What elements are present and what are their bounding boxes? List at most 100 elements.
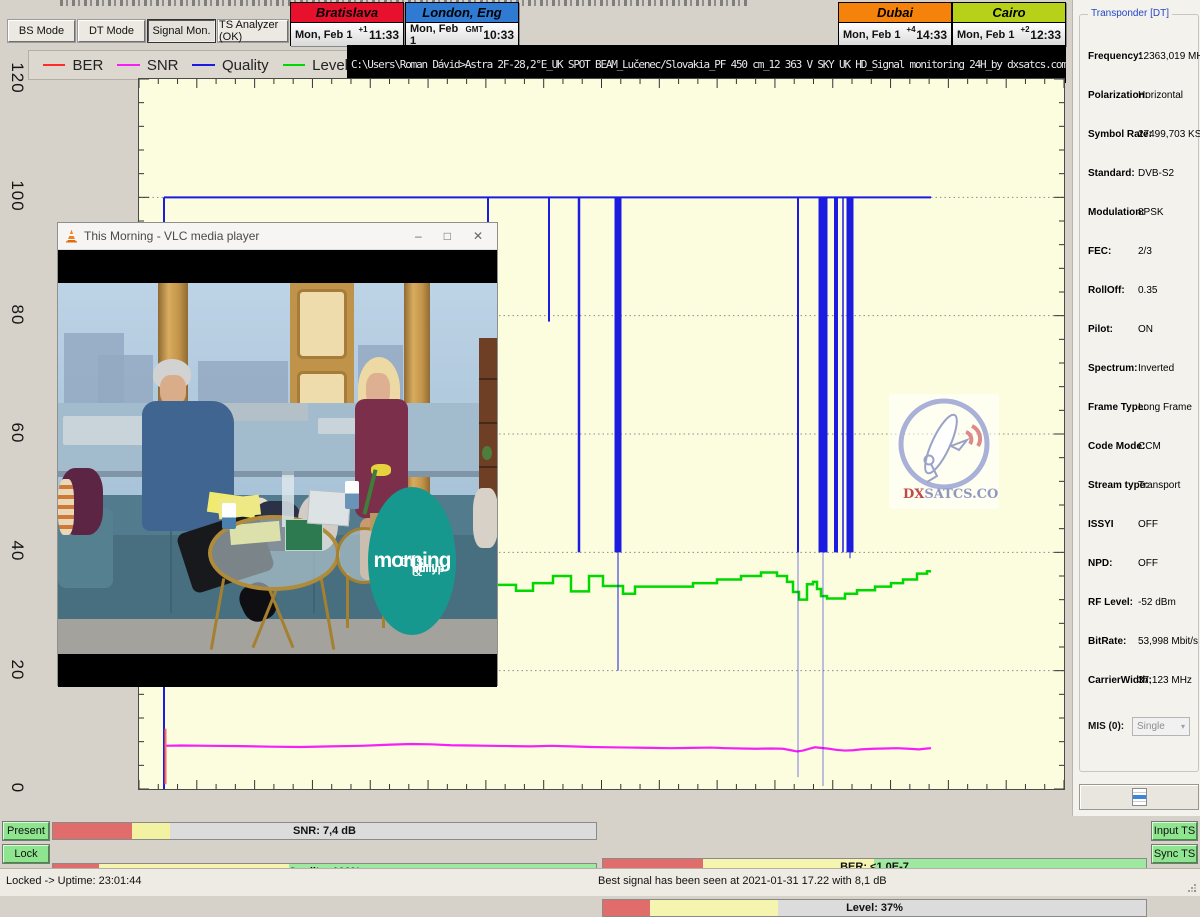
quality-legend-swatch xyxy=(192,64,214,66)
field-value: CCM xyxy=(1138,441,1161,452)
legend-label-quality: Quality xyxy=(222,57,269,74)
y-axis-tick-label: 120 xyxy=(2,63,32,93)
field-value: DVB-S2 xyxy=(1138,168,1174,179)
field-label: NPD: xyxy=(1088,558,1112,569)
level-bar-text: Level: 37% xyxy=(603,900,1146,916)
field-value: 53,998 Mbit/s xyxy=(1138,636,1198,647)
boat xyxy=(63,416,148,445)
mug xyxy=(345,481,359,509)
transponder-row: Frame Type:Long Frame xyxy=(1080,402,1198,416)
clock-cairo: Cairo Mon, Feb 1 +2 12:33 xyxy=(952,2,1066,46)
field-value: 12363,019 MHz xyxy=(1138,51,1200,62)
striped-cushion xyxy=(58,479,74,535)
clock-date: Mon, Feb 1 xyxy=(410,23,460,47)
status-bar: Locked -> Uptime: 23:01:44 Best signal h… xyxy=(0,868,1200,896)
snr-legend-swatch xyxy=(117,64,139,66)
transponder-row: Standard:DVB-S2 xyxy=(1080,168,1198,182)
clock-city: Dubai xyxy=(839,3,951,23)
field-value: Inverted xyxy=(1138,363,1174,374)
tab-ts-analyzer[interactable]: TS Analyzer (OK) xyxy=(218,20,288,42)
field-label: Frequency: xyxy=(1088,51,1142,62)
field-value: 27499,703 KS/s xyxy=(1138,129,1200,140)
transponder-row: Stream type:Transport xyxy=(1080,480,1198,494)
resize-grip[interactable] xyxy=(1187,883,1197,893)
y-axis-tick-label: 100 xyxy=(2,181,32,211)
table-leg xyxy=(346,573,349,628)
watermark-satcs-text: SATCS.COM xyxy=(924,487,999,502)
video-frame: this morning with phillip&holly xyxy=(58,283,497,654)
field-label: Pilot: xyxy=(1088,324,1113,335)
clock-date: Mon, Feb 1 xyxy=(295,29,352,41)
field-label: Modulation: xyxy=(1088,207,1145,218)
transponder-row: Modulation:8PSK xyxy=(1080,207,1198,221)
vlc-title-bar[interactable]: This Morning - VLC media player – □ ✕ xyxy=(58,223,497,250)
watermark-dx-text: DX xyxy=(903,487,925,502)
transponder-row: CarrierWidth:37,123 MHz xyxy=(1080,675,1198,689)
field-label: RollOff: xyxy=(1088,285,1125,296)
present-button[interactable]: Present xyxy=(3,822,49,840)
vlc-window-title: This Morning - VLC media player xyxy=(84,229,259,243)
y-axis-tick-label: 40 xyxy=(2,536,32,566)
transponder-title: Transponder [DT] xyxy=(1088,8,1172,19)
vlc-window[interactable]: This Morning - VLC media player – □ ✕ xyxy=(57,222,498,686)
vlc-video-area: this morning with phillip&holly xyxy=(58,250,497,687)
field-value: Transport xyxy=(1138,480,1180,491)
close-icon[interactable]: ✕ xyxy=(473,229,483,243)
mug xyxy=(222,503,236,529)
transponder-row: ISSYI OFF xyxy=(1080,519,1198,533)
transponder-panel: Transponder [DT] Frequency:12363,019 MHz… xyxy=(1072,0,1200,816)
console-path-text: C:\Users\Roman Dávid>Astra 2F-28,2°E_UK … xyxy=(347,58,1066,71)
transponder-row: NPD:OFF xyxy=(1080,558,1198,572)
transponder-row: Polarization:Horizontal xyxy=(1080,90,1198,104)
legend-label-level: Level xyxy=(312,57,348,74)
tab-signal-mon[interactable]: Signal Mon. xyxy=(148,20,215,42)
legend-label-ber: BER xyxy=(72,57,103,74)
y-axis-tick-label: 60 xyxy=(2,418,32,448)
legend-label-snr: SNR xyxy=(147,57,179,74)
field-value: Horizontal xyxy=(1138,90,1183,101)
this-morning-logo: this morning with phillip&holly xyxy=(368,487,456,635)
city-skyline xyxy=(198,361,288,405)
field-value: 0.35 xyxy=(1138,285,1157,296)
field-label: Spectrum: xyxy=(1088,363,1137,374)
field-label: BitRate: xyxy=(1088,636,1126,647)
transponder-row: Code Mode:CCM xyxy=(1080,441,1198,455)
satellite-dish-icon: DXSATCS.COM xyxy=(889,394,999,509)
clock-city: Cairo xyxy=(953,3,1065,23)
field-value: Long Frame xyxy=(1138,402,1192,413)
transponder-row: Spectrum:Inverted xyxy=(1080,363,1198,377)
sync-ts-button[interactable]: Sync TS xyxy=(1152,845,1197,863)
clock-dubai: Dubai Mon, Feb 1 +4 14:33 xyxy=(838,2,952,46)
clock-time: 10:33 xyxy=(483,28,514,42)
lock-button[interactable]: Lock xyxy=(3,845,49,863)
minimize-icon[interactable]: – xyxy=(415,229,422,243)
ber-legend-swatch xyxy=(43,64,65,66)
transponder-row: Pilot:ON xyxy=(1080,324,1198,338)
clock-date: Mon, Feb 1 xyxy=(957,29,1014,41)
mis-dropdown[interactable]: Single ▾ xyxy=(1132,717,1190,736)
input-ts-button[interactable]: Input TS xyxy=(1152,822,1197,840)
clock-timezone: GMT xyxy=(466,23,484,34)
maximize-icon[interactable]: □ xyxy=(444,229,451,243)
field-label: FEC: xyxy=(1088,246,1111,257)
field-value: OFF xyxy=(1138,519,1158,530)
program-list-button[interactable] xyxy=(1079,784,1199,810)
field-value: 2/3 xyxy=(1138,246,1152,257)
fluffy-cushion xyxy=(473,488,497,548)
clock-timezone: +1 xyxy=(358,23,367,34)
tab-bs-mode[interactable]: BS Mode xyxy=(8,20,75,42)
clock-time: 14:33 xyxy=(916,28,947,42)
transponder-row: Symbol Rate:27499,703 KS/s xyxy=(1080,129,1198,143)
level-bar: Level: 37% xyxy=(602,899,1147,917)
field-label: Code Mode: xyxy=(1088,441,1145,452)
transponder-row: Frequency:12363,019 MHz xyxy=(1080,51,1198,65)
transponder-row: RollOff: 0.35 xyxy=(1080,285,1198,299)
clock-timezone: +2 xyxy=(1020,23,1029,34)
field-label: ISSYI xyxy=(1088,519,1114,530)
embankment xyxy=(58,471,479,477)
clock-city: Bratislava xyxy=(291,3,403,23)
tab-dt-mode[interactable]: DT Mode xyxy=(78,20,145,42)
y-axis-tick-label: 80 xyxy=(2,300,32,330)
program-list-icon xyxy=(1132,788,1147,806)
transponder-row: RF Level:-52 dBm xyxy=(1080,597,1198,611)
